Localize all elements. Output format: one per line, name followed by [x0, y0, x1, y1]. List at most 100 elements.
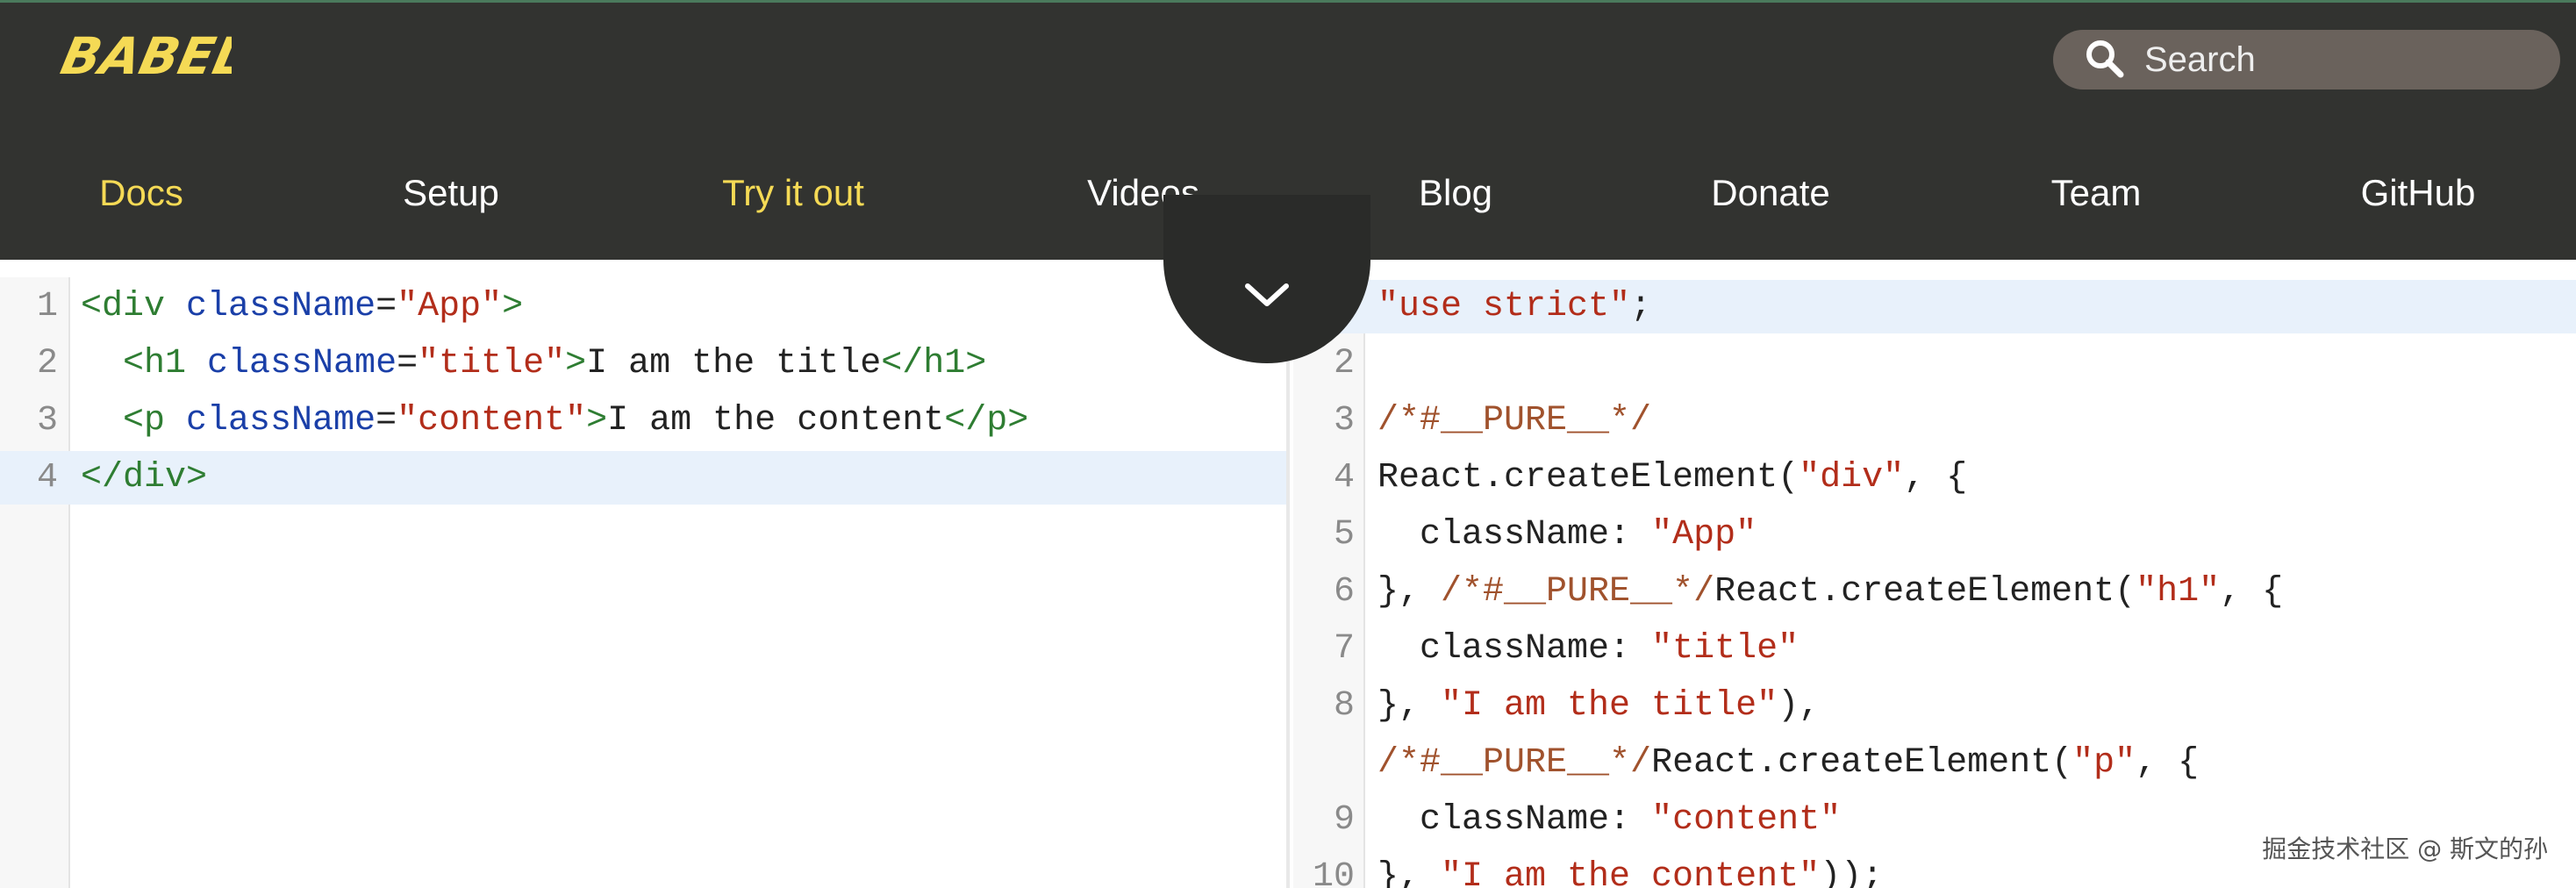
- search-placeholder: Search: [2144, 39, 2256, 79]
- code-line[interactable]: 3 <p className="content">I am the conten…: [0, 394, 1286, 448]
- code-text: </div>: [81, 451, 207, 505]
- line-number: 7: [1333, 629, 1355, 669]
- code-token-str: "title": [1651, 629, 1800, 669]
- code-text: /*#__PURE__*/: [1377, 394, 1651, 448]
- code-line[interactable]: 1 <div className="App">: [0, 280, 1286, 333]
- code-text: React.createElement("div", {: [1377, 451, 1967, 505]
- line-number: 4: [1333, 458, 1355, 498]
- code-token-cmt: /*#__PURE__*/: [1441, 572, 1715, 612]
- code-line[interactable]: 7 className: "title": [1293, 622, 2576, 676]
- code-token-txt: , {: [1904, 458, 1968, 498]
- code-token-str: "use strict": [1377, 287, 1631, 326]
- code-token-attr: className: [186, 401, 376, 440]
- code-line[interactable]: 8}, "I am the title"),: [1293, 679, 2576, 733]
- code-token-txt: =: [376, 401, 397, 440]
- code-token-tag: </div>: [81, 458, 208, 498]
- code-text: <div className="App">: [81, 280, 523, 333]
- code-line[interactable]: 6}, /*#__PURE__*/React.createElement("h1…: [1293, 565, 2576, 619]
- code-token-cmt: /*#__PURE__*/: [1377, 401, 1652, 440]
- code-token-txt: ),: [1778, 686, 1821, 726]
- search-icon: [2086, 40, 2124, 78]
- code-token-tag: >: [565, 344, 587, 383]
- code-text: className: "title": [1377, 622, 1799, 676]
- code-token-txt: },: [1377, 572, 1442, 612]
- line-number: 1: [36, 287, 58, 326]
- line-number: 5: [1333, 515, 1355, 555]
- code-token-str: "content": [1651, 800, 1842, 840]
- line-number: 8: [1333, 686, 1355, 726]
- code-token-txt: , {: [2136, 743, 2200, 783]
- code-token-tag: </p>: [944, 401, 1029, 440]
- code-line[interactable]: /*#__PURE__*/React.createElement("p", {: [1293, 736, 2576, 790]
- code-line[interactable]: 2: [1293, 337, 2576, 390]
- code-token-tag: >: [502, 287, 524, 326]
- code-token-txt: React.createElement(: [1377, 458, 1800, 498]
- code-line[interactable]: 5 className: "App": [1293, 508, 2576, 562]
- code-token-txt: className:: [1377, 629, 1652, 669]
- code-text: }, /*#__PURE__*/React.createElement("h1"…: [1377, 565, 2283, 619]
- code-token-txt: , {: [2220, 572, 2284, 612]
- code-token-tag: <h1: [123, 344, 208, 383]
- code-text: /*#__PURE__*/React.createElement("p", {: [1377, 736, 2199, 790]
- code-text: className: "App": [1377, 508, 1757, 562]
- code-text: className: "content": [1377, 793, 1841, 847]
- code-token-txt: className:: [1377, 515, 1652, 555]
- nav-item-try-it-out[interactable]: Try it out: [722, 158, 864, 228]
- code-text: }, "I am the content"));: [1377, 850, 1883, 888]
- code-line[interactable]: 2 <h1 className="title">I am the title</…: [0, 337, 1286, 390]
- code-token-str: "h1": [2136, 572, 2221, 612]
- line-number: 6: [1333, 572, 1355, 612]
- line-number: 10: [1312, 857, 1355, 888]
- code-token-str: "App": [397, 287, 503, 326]
- babel-logo[interactable]: BABEL: [56, 19, 232, 90]
- code-token-txt: =: [376, 287, 397, 326]
- code-line[interactable]: 4 </div>: [0, 451, 1286, 505]
- line-number: 4: [36, 458, 58, 498]
- line-number: 3: [36, 401, 58, 440]
- code-text: <h1 className="title">I am the title</h1…: [81, 337, 986, 390]
- code-token-str: "App": [1651, 515, 1757, 555]
- code-text: }, "I am the title"),: [1377, 679, 1820, 733]
- code-token-txt: React.createElement(: [1714, 572, 2136, 612]
- line-number: 3: [1333, 401, 1355, 440]
- code-line[interactable]: 1"use strict";: [1293, 280, 2576, 333]
- code-token-str: "I am the title": [1441, 686, 1778, 726]
- code-token-cmt: /*#__PURE__*/: [1377, 743, 1652, 783]
- code-token-str: "content": [397, 401, 587, 440]
- code-token-str: "p": [2072, 743, 2136, 783]
- code-token-txt: ));: [1820, 857, 1884, 888]
- code-token-txt: },: [1377, 857, 1442, 888]
- input-code-editor[interactable]: 1 <div className="App"> 2 <h1 className="t…: [0, 277, 1290, 888]
- code-token-tag: <p: [123, 401, 187, 440]
- top-accent-line: [0, 0, 2576, 3]
- code-token-tag: >: [586, 401, 608, 440]
- code-token-attr: className: [186, 287, 376, 326]
- line-number: 2: [36, 344, 58, 383]
- code-token-tag: <div: [81, 287, 187, 326]
- search-input[interactable]: Search: [2053, 30, 2560, 90]
- code-token-txt: I am the title: [586, 344, 882, 383]
- code-line[interactable]: 3 /*#__PURE__*/: [1293, 394, 2576, 448]
- nav-item-docs[interactable]: Docs: [99, 158, 183, 228]
- code-token-str: "I am the content": [1441, 857, 1821, 888]
- nav-item-github[interactable]: GitHub: [2361, 158, 2476, 228]
- nav-item-setup[interactable]: Setup: [403, 158, 499, 228]
- code-token-attr: className: [207, 344, 397, 383]
- code-text: "use strict";: [1377, 280, 1651, 333]
- code-token-txt: I am the content: [607, 401, 945, 440]
- code-token-txt: },: [1377, 686, 1442, 726]
- code-token-str: "div": [1799, 458, 1905, 498]
- code-text: <p className="content">I am the content<…: [81, 394, 1028, 448]
- line-number: 9: [1333, 800, 1355, 840]
- output-code-editor[interactable]: 1"use strict";2 3 /*#__PURE__*/ 4 React.crea…: [1293, 277, 2576, 888]
- code-token-txt: className:: [1377, 800, 1652, 840]
- nav-item-blog[interactable]: Blog: [1419, 158, 1492, 228]
- code-line[interactable]: 4 React.createElement("div", {: [1293, 451, 2576, 505]
- watermark: 掘金技术社区 @ 斯文的孙: [2257, 828, 2553, 867]
- code-token-tag: </h1>: [881, 344, 987, 383]
- chevron-down-icon: [1245, 283, 1289, 306]
- nav-item-donate[interactable]: Donate: [1711, 158, 1829, 228]
- nav-item-team[interactable]: Team: [2051, 158, 2142, 228]
